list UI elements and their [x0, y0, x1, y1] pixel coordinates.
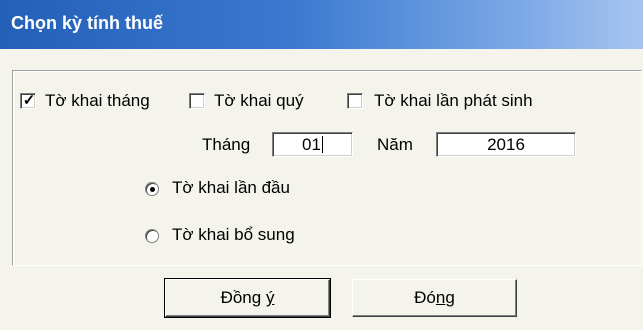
close-button[interactable]: Đóng [352, 279, 517, 317]
initial-declaration-radio[interactable] [145, 182, 159, 196]
month-input-value: 01 [302, 135, 321, 154]
close-button-mnemonic: n [435, 288, 446, 307]
monthly-declaration-label[interactable]: Tờ khai tháng [45, 91, 150, 111]
supplementary-declaration-label[interactable]: Tờ khai bổ sung [172, 225, 295, 245]
quarterly-declaration-label[interactable]: Tờ khai quý [214, 91, 304, 111]
supplementary-declaration-radio[interactable] [145, 229, 159, 243]
year-label: Năm [377, 135, 413, 154]
ok-button[interactable]: Đồng ý [164, 278, 331, 318]
occurrence-declaration-checkbox[interactable] [347, 93, 363, 109]
year-input[interactable]: 2016 [436, 132, 576, 157]
ok-button-mnemonic: ý [265, 288, 275, 307]
monthly-declaration-checkbox[interactable]: ✓ [20, 92, 36, 109]
text-caret [321, 136, 323, 153]
check-mark-icon: ✓ [22, 92, 36, 109]
initial-declaration-label[interactable]: Tờ khai lần đầu [172, 178, 290, 198]
ok-button-label: Đồng [220, 288, 266, 307]
dialog-title-bar: Chọn kỳ tính thuế [0, 0, 643, 49]
occurrence-declaration-label[interactable]: Tờ khai lần phát sinh [374, 91, 533, 111]
month-input[interactable]: 01 [272, 132, 353, 157]
quarterly-declaration-checkbox[interactable] [189, 93, 205, 109]
month-label: Tháng [202, 135, 251, 154]
year-input-value: 2016 [487, 135, 525, 154]
dialog-title: Chọn kỳ tính thuế [11, 13, 163, 33]
close-button-label: Đó [414, 288, 436, 307]
close-button-label-end: g [445, 288, 455, 307]
radio-selected-dot [150, 187, 155, 192]
